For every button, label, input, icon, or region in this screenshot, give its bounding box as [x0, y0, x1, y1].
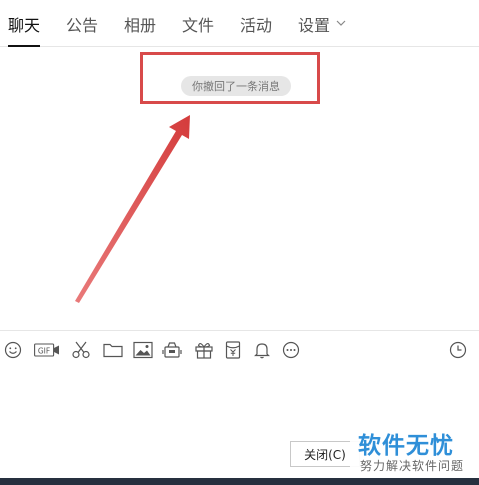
- tab-file[interactable]: 文件: [182, 2, 214, 46]
- shake-icon[interactable]: [161, 339, 183, 361]
- tab-bar: 聊天 公告 相册 文件 活动 设置: [0, 0, 479, 47]
- tab-notice[interactable]: 公告: [66, 2, 98, 46]
- tab-activity[interactable]: 活动: [240, 2, 272, 46]
- tab-label: 活动: [240, 16, 273, 35]
- watermark: 软件无忧 努力解决软件问题: [350, 426, 472, 478]
- tab-settings[interactable]: 设置: [298, 2, 346, 46]
- emoji-icon[interactable]: [2, 339, 24, 361]
- tab-chat[interactable]: 聊天: [8, 2, 41, 47]
- tab-label: 公告: [66, 16, 99, 35]
- gif-icon[interactable]: GIF: [33, 339, 61, 361]
- message-toolbar: GIF: [0, 330, 479, 369]
- taskbar-strip: [0, 478, 479, 485]
- more-icon[interactable]: [280, 339, 302, 361]
- tab-label: 文件: [182, 16, 215, 35]
- tab-label: 相册: [124, 16, 157, 35]
- scissors-icon[interactable]: [70, 339, 92, 361]
- tab-album[interactable]: 相册: [124, 2, 156, 46]
- annotation-arrow: [75, 115, 190, 303]
- chat-message-area: 你撤回了一条消息: [0, 47, 479, 330]
- gif-text: GIF: [38, 347, 50, 356]
- chevron-down-icon: [336, 17, 346, 31]
- tab-label: 设置: [298, 16, 331, 35]
- gift-icon[interactable]: [193, 339, 215, 361]
- image-icon[interactable]: [132, 339, 154, 361]
- watermark-subtitle: 努力解决软件问题: [360, 459, 465, 473]
- bell-icon[interactable]: [251, 339, 273, 361]
- history-clock-icon[interactable]: [447, 339, 469, 361]
- watermark-title: 软件无忧: [358, 433, 454, 459]
- tab-label: 聊天: [8, 16, 41, 35]
- red-packet-icon[interactable]: [222, 339, 244, 361]
- folder-icon[interactable]: [102, 339, 124, 361]
- close-button-label: 关闭(C): [304, 447, 346, 462]
